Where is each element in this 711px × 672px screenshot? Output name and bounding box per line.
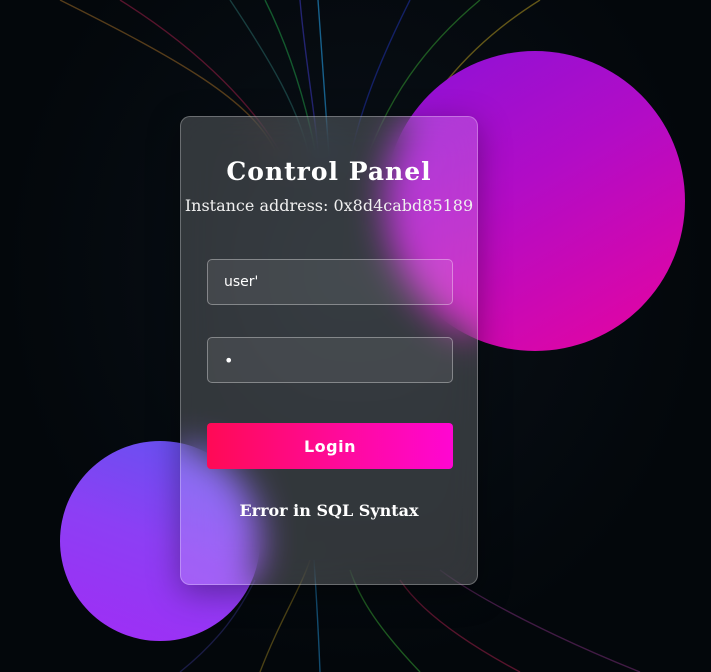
login-screen: Control Panel Instance address: 0x8d4cab… — [0, 0, 711, 672]
error-message: Error in SQL Syntax — [239, 501, 419, 520]
instance-address: Instance address: 0x8d4cabd85189 — [184, 196, 474, 215]
page-title: Control Panel — [226, 157, 432, 186]
username-input[interactable] — [207, 259, 453, 305]
login-button[interactable]: Login — [207, 423, 453, 469]
login-card: Control Panel Instance address: 0x8d4cab… — [180, 116, 478, 585]
password-input[interactable] — [207, 337, 453, 383]
